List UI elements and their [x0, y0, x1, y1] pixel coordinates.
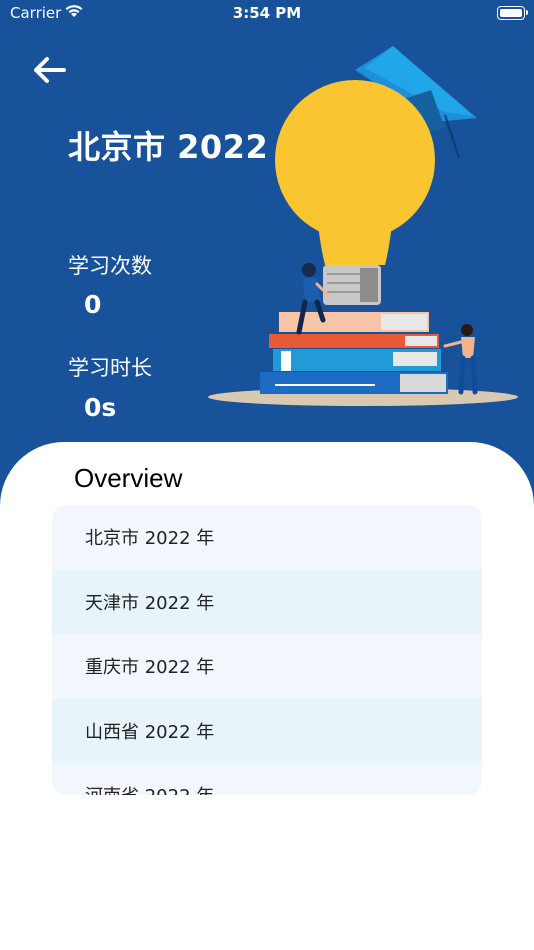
lightbulb-books-illustration: [208, 46, 518, 406]
list-item-label: 山西省 2022 年: [85, 721, 215, 743]
list-item-shanxi[interactable]: 山西省 2022 年: [52, 698, 482, 763]
list-item-chongqing[interactable]: 重庆市 2022 年: [52, 634, 482, 699]
list-item-label: 北京市 2022 年: [85, 528, 215, 550]
study-count-label: 学习次数: [68, 254, 152, 278]
list-item-henan[interactable]: 河南省 2022 年: [52, 763, 482, 795]
list-item-label: 重庆市 2022 年: [85, 657, 215, 679]
status-bar: Carrier 3:54 PM: [0, 0, 534, 28]
back-arrow-icon[interactable]: [30, 52, 70, 88]
overview-title: Overview: [74, 463, 183, 493]
study-duration-label: 学习时长: [68, 356, 152, 380]
study-count-value: 0: [84, 290, 102, 319]
battery-icon: [497, 6, 528, 20]
list-item-beijing[interactable]: 北京市 2022 年: [52, 505, 482, 570]
study-duration-value: 0s: [84, 393, 117, 422]
clock: 3:54 PM: [232, 4, 302, 22]
list-item-label: 天津市 2022 年: [85, 592, 215, 614]
province-list[interactable]: 北京市 2022 年 天津市 2022 年 重庆市 2022 年 山西省 202…: [52, 505, 482, 795]
list-item-label: 河南省 2022 年: [85, 782, 214, 795]
list-item-tianjin[interactable]: 天津市 2022 年: [52, 569, 482, 634]
